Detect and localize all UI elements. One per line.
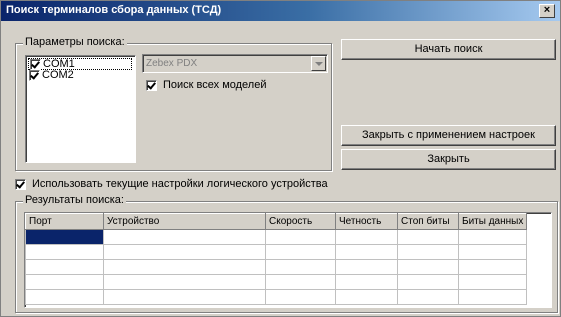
search-all-models-option[interactable]: Поиск всех моделей bbox=[146, 79, 316, 92]
column-header-stop-bits[interactable]: Стоп биты bbox=[397, 213, 459, 230]
chevron-down-icon[interactable] bbox=[311, 56, 326, 71]
table-cell[interactable] bbox=[25, 274, 104, 290]
table-cell[interactable] bbox=[103, 274, 266, 290]
table-cell[interactable] bbox=[457, 229, 528, 245]
table-cell[interactable] bbox=[335, 244, 398, 260]
table-cell[interactable] bbox=[335, 259, 398, 275]
table-cell[interactable] bbox=[397, 274, 459, 290]
table-cell[interactable] bbox=[265, 259, 336, 275]
table-cell[interactable] bbox=[397, 259, 459, 275]
search-all-models-label: Поиск всех моделей bbox=[163, 79, 267, 91]
table-row[interactable] bbox=[25, 244, 528, 260]
model-select[interactable]: Zebex PDX bbox=[142, 54, 328, 73]
window-title: Поиск терминалов сбора данных (ТСД) bbox=[6, 4, 222, 16]
table-cell[interactable] bbox=[457, 289, 528, 305]
com1-checkbox[interactable] bbox=[30, 59, 41, 70]
table-cell[interactable] bbox=[397, 289, 459, 305]
port-list[interactable]: COM1 COM2 bbox=[25, 55, 136, 163]
search-terminals-dialog: Поиск терминалов сбора данных (ТСД) × Па… bbox=[0, 0, 561, 317]
table-cell[interactable] bbox=[265, 244, 336, 260]
table-row[interactable] bbox=[25, 289, 528, 305]
start-search-button[interactable]: Начать поиск bbox=[341, 39, 556, 60]
table-row[interactable] bbox=[25, 259, 528, 275]
table-cell[interactable] bbox=[103, 244, 266, 260]
close-button[interactable]: Закрыть bbox=[341, 149, 556, 170]
table-cell[interactable] bbox=[457, 259, 528, 275]
results-header-row: Порт Устройство Скорость Четность Стоп б… bbox=[25, 213, 528, 230]
results-label: Результаты поиска: bbox=[23, 194, 126, 206]
table-cell[interactable] bbox=[335, 229, 398, 245]
table-cell[interactable] bbox=[103, 229, 266, 245]
column-header-port[interactable]: Порт bbox=[25, 213, 104, 230]
column-header-device[interactable]: Устройство bbox=[103, 213, 266, 230]
column-header-parity[interactable]: Четность bbox=[335, 213, 398, 230]
table-cell[interactable] bbox=[397, 229, 459, 245]
table-cell[interactable] bbox=[457, 274, 528, 290]
table-cell[interactable] bbox=[265, 274, 336, 290]
table-cell[interactable] bbox=[265, 289, 336, 305]
table-row[interactable] bbox=[25, 274, 528, 290]
table-row[interactable] bbox=[25, 229, 528, 245]
table-cell[interactable] bbox=[25, 289, 104, 305]
com2-checkbox[interactable] bbox=[29, 70, 40, 81]
table-cell[interactable] bbox=[103, 259, 266, 275]
close-icon[interactable]: × bbox=[539, 4, 555, 18]
table-cell[interactable] bbox=[457, 244, 528, 260]
table-cell[interactable] bbox=[335, 289, 398, 305]
column-header-data-bits[interactable]: Биты данных bbox=[457, 213, 528, 230]
search-params-label: Параметры поиска: bbox=[23, 36, 127, 48]
table-cell[interactable] bbox=[265, 229, 336, 245]
table-cell[interactable] bbox=[25, 229, 104, 245]
com2-label: COM2 bbox=[42, 69, 74, 81]
search-all-models-checkbox[interactable] bbox=[146, 80, 157, 91]
use-current-settings-option[interactable]: Использовать текущие настройки логическо… bbox=[15, 178, 335, 191]
results-table: Порт Устройство Скорость Четность Стоп б… bbox=[25, 213, 528, 305]
model-select-value: Zebex PDX bbox=[146, 58, 198, 69]
table-cell[interactable] bbox=[335, 274, 398, 290]
table-cell[interactable] bbox=[397, 244, 459, 260]
close-apply-button[interactable]: Закрыть с применением настроек bbox=[341, 125, 556, 146]
use-current-settings-label: Использовать текущие настройки логическо… bbox=[32, 178, 328, 190]
results-table-container[interactable]: Порт Устройство Скорость Четность Стоп б… bbox=[24, 212, 552, 308]
column-header-speed[interactable]: Скорость bbox=[265, 213, 336, 230]
title-bar[interactable]: Поиск терминалов сбора данных (ТСД) × bbox=[1, 1, 560, 21]
table-cell[interactable] bbox=[103, 289, 266, 305]
port-item-com2[interactable]: COM2 bbox=[28, 69, 132, 82]
use-current-settings-checkbox[interactable] bbox=[15, 179, 26, 190]
table-cell[interactable] bbox=[25, 244, 104, 260]
table-cell[interactable] bbox=[25, 259, 104, 275]
